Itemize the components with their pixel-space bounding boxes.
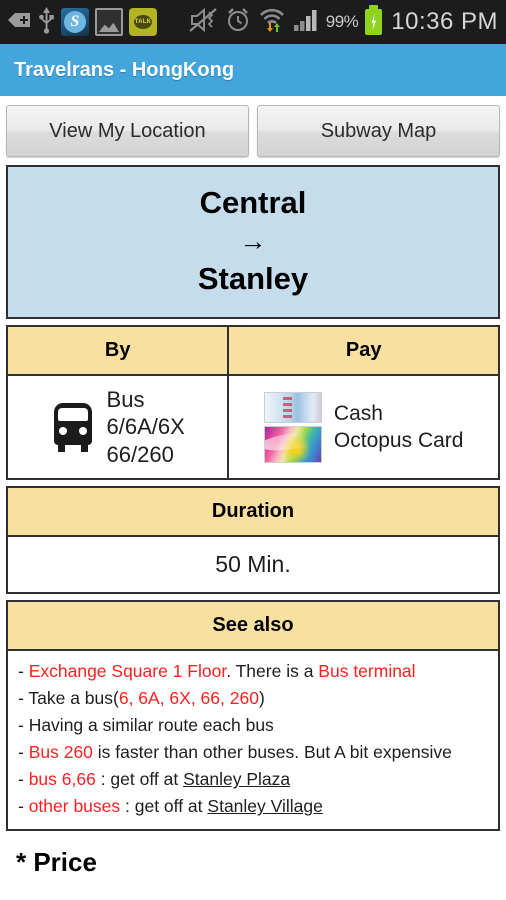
battery-icon bbox=[365, 5, 383, 35]
see-also-header-table: See also bbox=[6, 600, 500, 652]
see-also-line-4-part-2: Bus 260 bbox=[28, 742, 93, 763]
see-also-line-5-part-1: - bbox=[18, 769, 29, 790]
usb-icon bbox=[38, 6, 55, 39]
price-title: * Price bbox=[16, 847, 97, 878]
subway-map-button[interactable]: Subway Map bbox=[257, 105, 500, 157]
see-also-line: - Take a bus(6, 6A, 6X, 66, 260) bbox=[18, 685, 488, 712]
pay-cell: Cash Octopus Card bbox=[227, 373, 500, 481]
route-arrow-icon: → bbox=[239, 225, 267, 256]
content-area: Central → Stanley By Pay Bus 6/6A/6X 66/… bbox=[0, 165, 506, 878]
transport-table-body-row: Bus 6/6A/6X 66/260 Cash Octopus Card bbox=[5, 373, 500, 481]
see-also-line-2-part-2: 6, 6A, 6X, 66, 260 bbox=[118, 688, 259, 709]
price-section: * Price bbox=[6, 831, 500, 878]
see-also-line: - other buses : get off at Stanley Villa… bbox=[18, 793, 488, 820]
skype-icon: S bbox=[61, 8, 89, 36]
view-my-location-label: View My Location bbox=[49, 119, 206, 142]
see-also-line-1-part-3: . There is a bbox=[226, 661, 319, 682]
see-also-header-row: See also bbox=[6, 600, 500, 652]
see-also-line-6-part-2: other buses bbox=[28, 796, 121, 817]
status-bar-left-icons: S TALK bbox=[6, 6, 157, 39]
by-text-block: Bus 6/6A/6X 66/260 bbox=[107, 386, 185, 469]
by-line-3: 66/260 bbox=[106, 441, 174, 467]
battery-percent-label: 99% bbox=[325, 12, 359, 31]
transport-table: By Pay Bus 6/6A/6X 66/260 Cash Octopus C… bbox=[5, 324, 500, 481]
bus-icon bbox=[51, 401, 95, 453]
see-also-line-5-part-3: : get off at bbox=[95, 769, 184, 790]
wifi-data-icon bbox=[258, 7, 286, 38]
see-also-line-4-part-1: - bbox=[18, 742, 29, 763]
page-title: Travelrans - HongKong bbox=[14, 58, 235, 81]
mute-vibrate-icon bbox=[188, 7, 218, 38]
see-also-line: - Bus 260 is faster than other buses. Bu… bbox=[18, 739, 488, 766]
pay-text-block: Cash Octopus Card bbox=[334, 400, 464, 455]
see-also-line: - Having a similar route each bus bbox=[18, 712, 488, 739]
see-also-line-1-part-1: - bbox=[18, 661, 29, 682]
by-cell: Bus 6/6A/6X 66/260 bbox=[5, 373, 230, 481]
duration-header: Duration bbox=[6, 486, 500, 538]
by-line-2: 6/6A/6X bbox=[106, 414, 185, 440]
action-button-row: View My Location Subway Map bbox=[0, 96, 506, 165]
see-also-line-6-part-1: - bbox=[18, 796, 29, 817]
by-column-header: By bbox=[5, 324, 230, 376]
see-also-line-3-part-1: - Having a similar route each bus bbox=[18, 715, 274, 736]
see-also-line: - bus 6,66 : get off at Stanley Plaza bbox=[18, 766, 488, 793]
kakaotalk-icon: TALK bbox=[129, 8, 157, 36]
see-also-line-6-part-3: : get off at bbox=[120, 796, 208, 817]
status-bar-right-icons: 99% 10:36 PM bbox=[188, 5, 498, 38]
alarm-icon bbox=[225, 7, 251, 38]
octopus-card-icon bbox=[263, 425, 322, 463]
see-also-line-1-part-4: Bus terminal bbox=[318, 661, 416, 682]
see-also-header: See also bbox=[6, 600, 500, 652]
see-also-line-6-part-4: Stanley Village bbox=[207, 796, 323, 817]
by-line-1: Bus bbox=[106, 386, 145, 412]
app-title-bar: Travelrans - HongKong bbox=[0, 44, 506, 96]
pay-column-header: Pay bbox=[227, 324, 500, 376]
pay-line-2: Octopus Card bbox=[333, 429, 464, 453]
see-also-line-1-part-2: Exchange Square 1 Floor bbox=[28, 661, 227, 682]
route-origin: Central bbox=[199, 185, 307, 220]
see-also-line-4-part-3: is faster than other buses. But A bit ex… bbox=[92, 742, 452, 763]
signal-bars-icon bbox=[293, 8, 319, 37]
see-also-line-5-part-4: Stanley Plaza bbox=[183, 769, 291, 790]
transport-table-header-row: By Pay bbox=[5, 324, 500, 376]
duration-header-row: Duration bbox=[6, 486, 500, 538]
see-also-line-5-part-2: bus 6,66 bbox=[28, 769, 96, 790]
gallery-icon bbox=[95, 8, 123, 36]
duration-value: 50 Min. bbox=[6, 535, 500, 595]
see-also-body: - Exchange Square 1 Floor. There is a Bu… bbox=[6, 651, 500, 832]
pay-line-1: Cash bbox=[333, 401, 383, 425]
see-also-line-2-part-1: - Take a bus( bbox=[18, 688, 119, 709]
route-card: Central → Stanley bbox=[6, 165, 500, 319]
view-my-location-button[interactable]: View My Location bbox=[6, 105, 249, 157]
see-also-line: - Exchange Square 1 Floor. There is a Bu… bbox=[18, 658, 488, 685]
back-plus-icon bbox=[6, 10, 32, 35]
clock-label: 10:36 PM bbox=[391, 8, 498, 35]
see-also-line-2-part-3: ) bbox=[258, 688, 265, 709]
status-bar[interactable]: S TALK 99% 10:36 PM bbox=[0, 0, 506, 44]
pay-icon-group bbox=[263, 391, 322, 463]
cash-note-icon bbox=[263, 391, 322, 423]
duration-table: Duration 50 Min. bbox=[6, 486, 500, 595]
subway-map-label: Subway Map bbox=[320, 119, 437, 142]
duration-value-row: 50 Min. bbox=[6, 535, 500, 595]
route-destination: Stanley bbox=[197, 261, 309, 297]
